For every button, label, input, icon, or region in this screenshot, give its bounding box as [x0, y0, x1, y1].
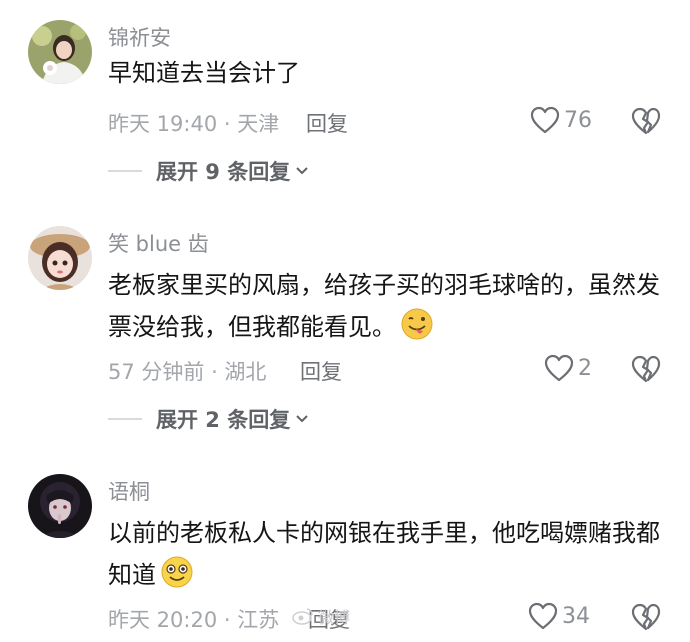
broken-heart-icon [631, 355, 661, 383]
dislike-button[interactable] [631, 107, 661, 139]
comment-meta: 昨天 19:40 · 天津 [108, 112, 280, 136]
like-count: 76 [564, 107, 592, 133]
username[interactable]: 笑 blue 齿 [108, 228, 209, 258]
comment-meta: 57 分钟前 · 湖北 [108, 360, 267, 384]
username[interactable]: 语桐 [108, 476, 150, 506]
weibo-logo-icon [292, 608, 313, 625]
like-count: 2 [578, 355, 592, 381]
avatar-anime-boy-icon [28, 474, 92, 538]
reply-button[interactable]: 回复 [300, 356, 342, 386]
avatar[interactable] [28, 20, 92, 84]
comment-meta: 昨天 20:20 · 江苏 [108, 608, 280, 632]
like-button[interactable]: 76 [530, 106, 592, 134]
heart-icon [530, 106, 560, 134]
watermark: 微博 [292, 604, 350, 628]
avatar[interactable] [28, 226, 92, 290]
comment-text: 早知道去当会计了 [108, 59, 300, 87]
like-button[interactable]: 34 [528, 602, 590, 630]
broken-heart-icon [631, 603, 661, 631]
chevron-down-icon [296, 415, 308, 423]
avatar-girl-icon [28, 20, 92, 84]
like-button[interactable]: 2 [544, 354, 592, 382]
dislike-button[interactable] [631, 603, 661, 635]
expand-replies-label: 展开 2 条回复 [156, 408, 291, 432]
chevron-down-icon [296, 167, 308, 175]
avatar[interactable] [28, 474, 92, 538]
reply-button[interactable]: 回复 [306, 108, 348, 138]
like-count: 34 [562, 603, 590, 629]
expand-replies-label: 展开 9 条回复 [156, 160, 291, 184]
comment-text: 老板家里买的风扇，给孩子买的羽毛球啥的，虽然发票没给我，但我都能看见。 [108, 264, 668, 354]
expand-replies[interactable]: 展开 9 条回复 [108, 156, 310, 186]
avatar-cartoon-girl-icon [28, 226, 92, 290]
heart-icon [528, 602, 558, 630]
heart-icon [544, 354, 574, 382]
dislike-button[interactable] [631, 355, 661, 387]
broken-heart-icon [631, 107, 661, 135]
comment-text: 以前的老板私人卡的网银在我手里，他吃喝嫖赌我都知道 [108, 512, 668, 602]
username[interactable]: 锦祈安 [108, 22, 171, 52]
comment-text-content: 老板家里买的风扇，给孩子买的羽毛球啥的，虽然发票没给我，但我都能看见。 [108, 271, 660, 341]
watermark-text: 微博 [318, 608, 351, 627]
divider-line [108, 170, 142, 172]
divider-line [108, 418, 142, 420]
expand-replies[interactable]: 展开 2 条回复 [108, 404, 310, 434]
tongue-out-emoji-icon [400, 307, 434, 354]
smiling-emoji-icon [160, 555, 194, 602]
